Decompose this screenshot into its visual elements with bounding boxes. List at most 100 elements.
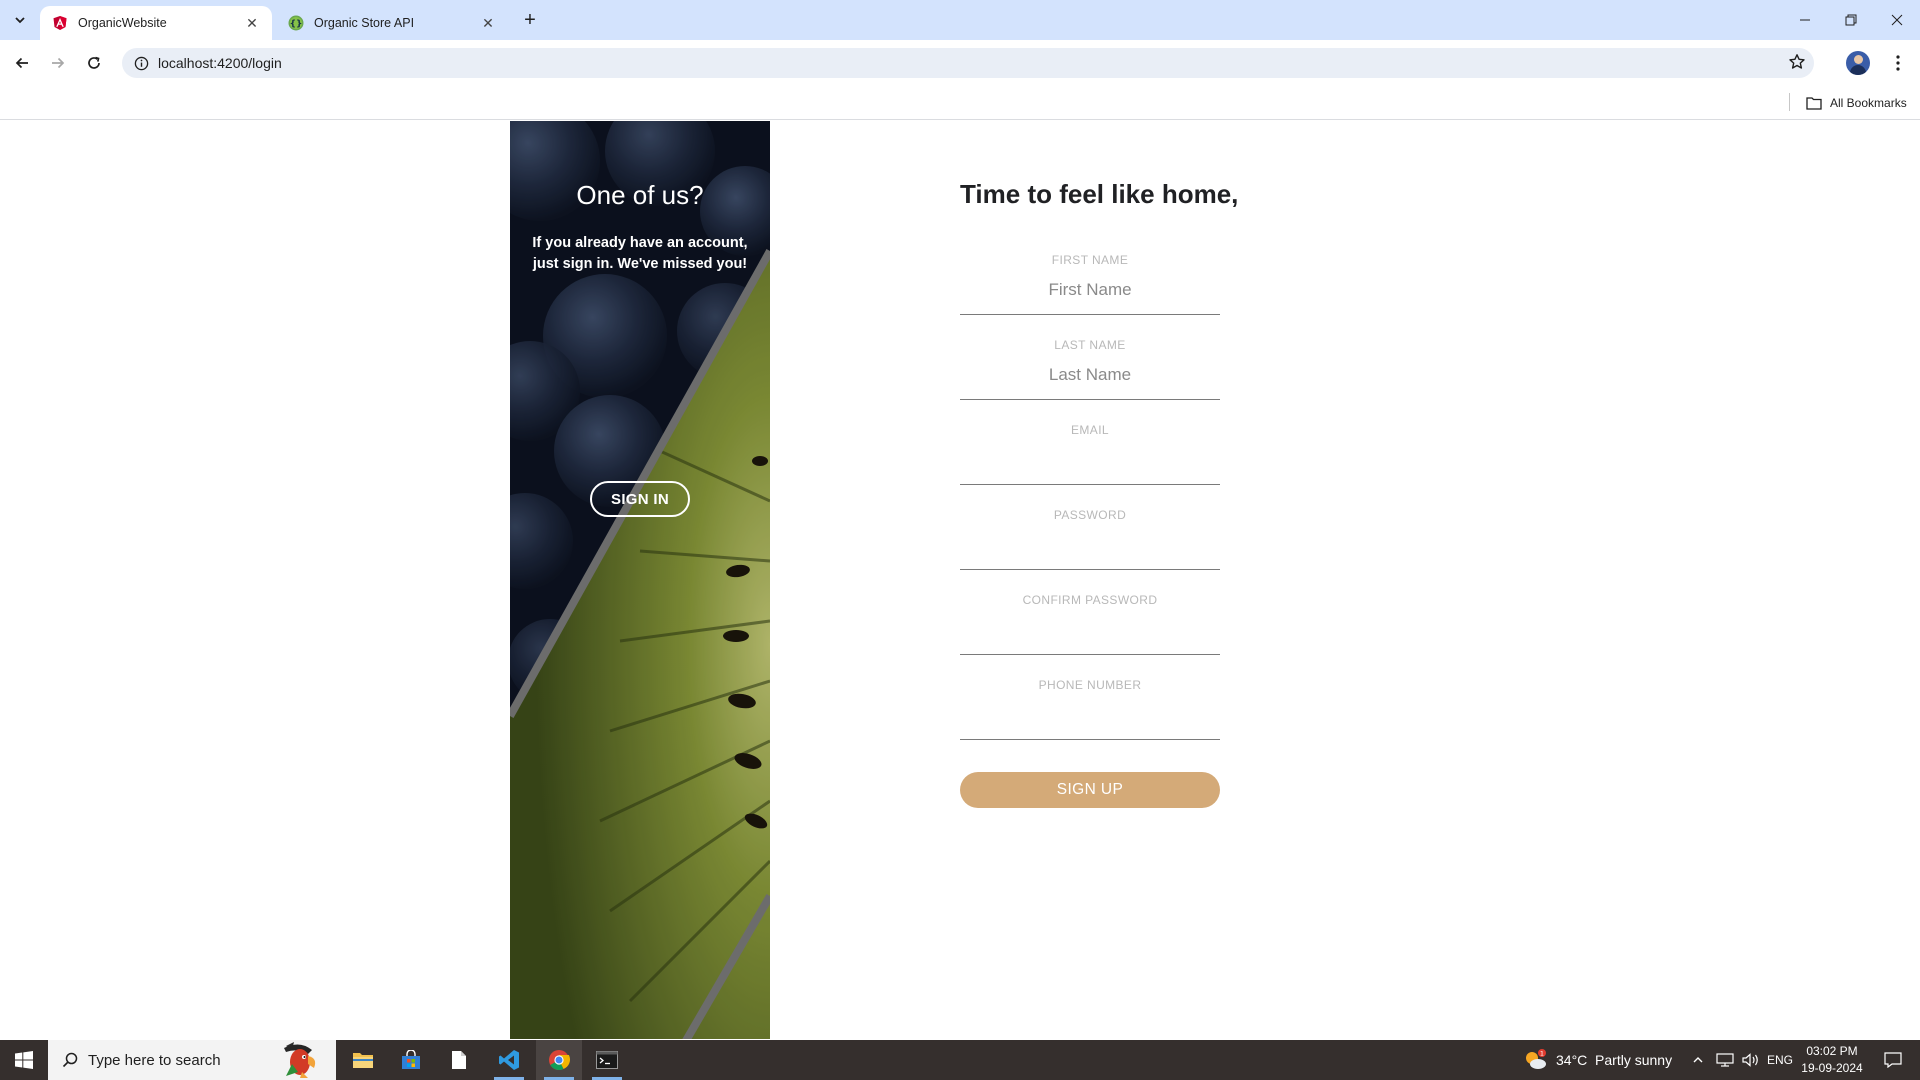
- email-field: EMAIL: [960, 423, 1220, 485]
- chrome-icon: [549, 1050, 570, 1071]
- panel-heading: One of us?: [576, 180, 704, 210]
- weather-partly-sunny-icon: 1: [1526, 1049, 1546, 1069]
- all-bookmarks-button[interactable]: All Bookmarks: [1806, 92, 1907, 114]
- clock-time: 03:02 PM: [1806, 1044, 1858, 1058]
- browser-toolbar: localhost:4200/login: [0, 40, 1920, 86]
- phone-number-input[interactable]: [960, 700, 1220, 730]
- tab-title: OrganicWebsite: [78, 16, 167, 30]
- taskbar-notepad[interactable]: [436, 1040, 482, 1080]
- address-url: localhost:4200/login: [158, 55, 282, 71]
- reload-icon: [88, 56, 100, 69]
- bookmarks-bar: All Bookmarks: [0, 86, 1920, 120]
- bookmarks-divider: [1789, 93, 1790, 111]
- site-info-icon[interactable]: [126, 56, 156, 71]
- taskbar-clock[interactable]: 03:02 PM 19-09-2024: [1796, 1043, 1868, 1077]
- close-window-button[interactable]: [1874, 0, 1920, 40]
- confirm-password-input[interactable]: [960, 615, 1220, 645]
- weather-badge: 1: [1540, 1050, 1544, 1058]
- volume-control[interactable]: [1742, 1040, 1760, 1080]
- clock-date: 19-09-2024: [1801, 1061, 1863, 1075]
- taskbar-vscode[interactable]: [486, 1040, 532, 1080]
- browser-menu-button[interactable]: [1888, 51, 1908, 75]
- back-button[interactable]: [6, 47, 38, 79]
- phone-number-label: PHONE NUMBER: [1038, 678, 1142, 692]
- folder-icon: [1806, 97, 1822, 110]
- password-field: PASSWORD: [960, 508, 1220, 570]
- taskbar-microsoft-store[interactable]: [388, 1040, 434, 1080]
- windows-logo-icon: [15, 1051, 33, 1069]
- chevron-down-icon: [15, 17, 25, 24]
- address-bar[interactable]: localhost:4200/login: [122, 48, 1814, 78]
- notification-icon: [1884, 1052, 1902, 1068]
- first-name-input[interactable]: [960, 275, 1220, 305]
- restore-button[interactable]: [1828, 0, 1874, 40]
- taskbar-search-box[interactable]: Type here to search: [48, 1040, 336, 1080]
- last-name-field: LAST NAME: [960, 338, 1220, 400]
- arrow-right-icon: [52, 57, 65, 69]
- panel-description: If you already have an account, just sig…: [532, 235, 748, 272]
- close-icon[interactable]: ✕: [480, 15, 496, 31]
- avatar-head: [1854, 55, 1863, 64]
- page-content: One of us? If you already have an accoun…: [0, 121, 1920, 1039]
- email-label: EMAIL: [1070, 423, 1109, 437]
- store-icon: [402, 1050, 420, 1069]
- angular-icon: [53, 16, 67, 30]
- restore-icon: [1845, 14, 1857, 26]
- search-placeholder: Type here to search: [88, 1051, 221, 1069]
- phone-number-field: PHONE NUMBER: [960, 678, 1220, 740]
- show-hidden-icons[interactable]: [1692, 1040, 1704, 1080]
- more-vertical-icon: [1896, 55, 1900, 71]
- profile-avatar[interactable]: [1846, 51, 1870, 75]
- weather-text: 34°C Partly sunny: [1556, 1052, 1673, 1068]
- signin-overlay-panel: One of us? If you already have an accoun…: [510, 121, 770, 1039]
- start-button[interactable]: [0, 1040, 48, 1080]
- search-icon: [62, 1052, 78, 1068]
- svg-text:{}: {}: [290, 20, 303, 30]
- bookmark-star-icon[interactable]: [1788, 53, 1806, 76]
- minimize-button[interactable]: [1782, 0, 1828, 40]
- arrow-left-icon: [15, 57, 28, 69]
- new-tab-button[interactable]: +: [516, 8, 544, 32]
- windows-taskbar: Type here to search 1 34°C Partly sunny …: [0, 1040, 1920, 1080]
- taskbar-file-explorer[interactable]: [340, 1040, 386, 1080]
- tab-organic-store-api[interactable]: {} Organic Store API ✕: [276, 6, 508, 40]
- folder-icon: [353, 1053, 373, 1068]
- minimize-icon: [1800, 19, 1810, 21]
- sign-up-button[interactable]: SIGN UP: [960, 772, 1220, 808]
- last-name-label: LAST NAME: [1054, 338, 1126, 352]
- parrot-mascot-icon: [284, 1042, 316, 1078]
- tab-title: Organic Store API: [314, 16, 415, 30]
- signup-form: Time to feel like home, FIRST NAME LAST …: [960, 121, 1238, 1021]
- reload-button[interactable]: [78, 47, 110, 79]
- confirm-password-field: CONFIRM PASSWORD: [960, 593, 1220, 655]
- close-icon[interactable]: ✕: [244, 15, 260, 31]
- terminal-icon: [596, 1051, 618, 1069]
- network-icon: [1716, 1053, 1734, 1067]
- confirm-password-label: CONFIRM PASSWORD: [1022, 593, 1158, 607]
- all-bookmarks-label: All Bookmarks: [1830, 96, 1907, 110]
- notification-center-button[interactable]: [1872, 1040, 1914, 1080]
- last-name-input[interactable]: [960, 360, 1220, 390]
- vscode-icon: [499, 1050, 519, 1070]
- first-name-field: FIRST NAME: [960, 253, 1220, 315]
- document-icon: [452, 1051, 466, 1069]
- taskbar-terminal[interactable]: [584, 1040, 630, 1080]
- avatar-body: [1850, 65, 1866, 75]
- weather-widget[interactable]: 1 34°C Partly sunny: [1524, 1040, 1672, 1080]
- email-input[interactable]: [960, 445, 1220, 475]
- swagger-icon: {}: [288, 15, 304, 31]
- chevron-up-icon: [1693, 1057, 1703, 1063]
- network-status[interactable]: [1716, 1040, 1734, 1080]
- language-indicator[interactable]: ENG: [1767, 1040, 1793, 1080]
- sign-in-button[interactable]: SIGN IN: [590, 481, 690, 517]
- tab-search-button[interactable]: [6, 8, 34, 32]
- forward-button[interactable]: [42, 47, 74, 79]
- form-title: Time to feel like home,: [960, 179, 1239, 209]
- tab-organicwebsite[interactable]: OrganicWebsite ✕: [40, 6, 272, 40]
- taskbar-chrome[interactable]: [536, 1040, 582, 1080]
- speaker-icon: [1742, 1053, 1758, 1067]
- first-name-label: FIRST NAME: [1051, 253, 1129, 267]
- password-label: PASSWORD: [1053, 508, 1127, 522]
- password-input[interactable]: [960, 530, 1220, 560]
- browser-tabstrip: OrganicWebsite ✕ {} Organic Store API ✕ …: [0, 0, 1920, 40]
